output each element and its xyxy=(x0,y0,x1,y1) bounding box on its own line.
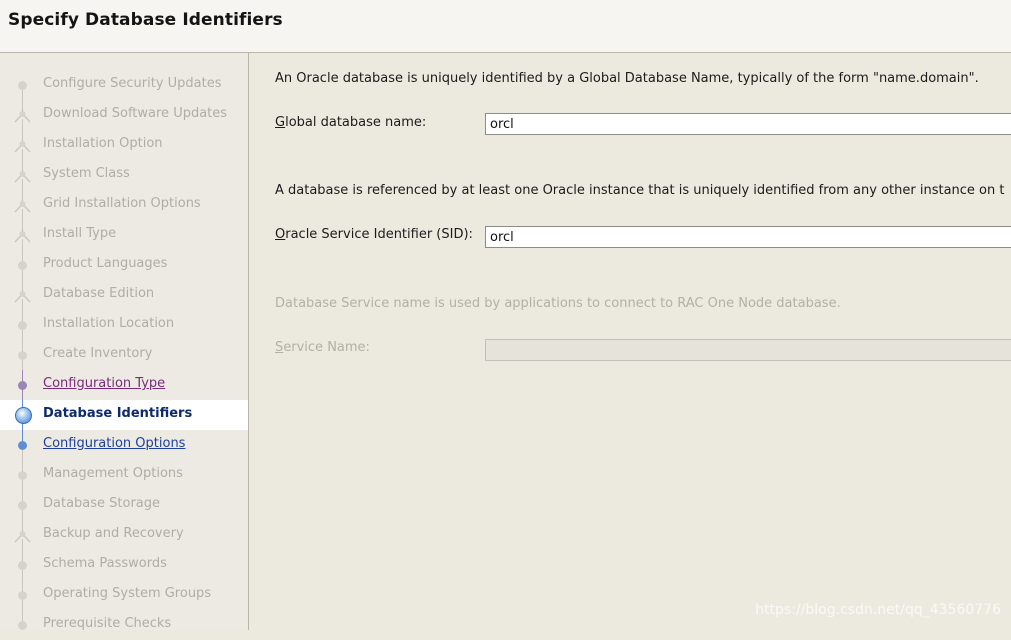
sid-mnemonic: O xyxy=(275,227,286,242)
sidebar-step-label: Prerequisite Checks xyxy=(43,616,172,631)
sidebar-step-schema-passwords: Schema Passwords xyxy=(0,550,248,580)
sidebar-step-management-options: Management Options xyxy=(0,460,248,490)
branch-icon xyxy=(14,289,31,303)
sidebar-step-database-storage: Database Storage xyxy=(0,490,248,520)
page-title: Specify Database Identifiers xyxy=(8,10,283,30)
sidebar-step-system-class: System Class xyxy=(0,160,248,190)
sidebar-step-product-languages: Product Languages xyxy=(0,250,248,280)
sidebar-step-label[interactable]: Configuration Type xyxy=(43,376,165,391)
sidebar-step-label: Database Storage xyxy=(43,496,161,511)
step-node-icon xyxy=(18,81,27,90)
step-node-icon xyxy=(18,621,27,630)
intro-text: An Oracle database is uniquely identifie… xyxy=(275,71,979,86)
sidebar-step-installation-location: Installation Location xyxy=(0,310,248,340)
step-node-icon xyxy=(18,321,27,330)
step-connector xyxy=(22,269,23,280)
step-connector xyxy=(22,250,23,261)
sidebar-step-operating-system-groups: Operating System Groups xyxy=(0,580,248,610)
service-name-input[interactable] xyxy=(485,339,1011,361)
sidebar-step-label: Installation Option xyxy=(43,136,163,151)
branch-icon xyxy=(14,169,31,183)
step-connector xyxy=(22,430,23,441)
sidebar-step-label: System Class xyxy=(43,166,130,181)
sidebar-step-prerequisite-checks: Prerequisite Checks xyxy=(0,610,248,640)
service-name-text: Database Service name is used by applica… xyxy=(275,296,841,311)
service-name-label-text: ervice Name: xyxy=(283,340,370,355)
step-connector xyxy=(22,509,23,520)
step-node-icon xyxy=(18,501,27,510)
step-node-icon xyxy=(18,441,27,450)
sidebar-step-label: Product Languages xyxy=(43,256,168,271)
step-node-icon xyxy=(18,261,27,270)
sidebar-step-label: Create Inventory xyxy=(43,346,153,361)
sidebar-step-grid-installation-options: Grid Installation Options xyxy=(0,190,248,220)
step-node-icon xyxy=(18,471,27,480)
sidebar-step-label: Database Identifiers xyxy=(43,406,193,421)
wizard-steps-sidebar: Configure Security Updates Download Softw… xyxy=(0,53,249,631)
step-connector xyxy=(22,599,23,610)
global-db-name-label: Global database name: xyxy=(275,115,426,130)
step-connector xyxy=(22,490,23,501)
sid-label: Oracle Service Identifier (SID): xyxy=(275,227,473,242)
sidebar-step-backup-and-recovery: Backup and Recovery xyxy=(0,520,248,550)
sidebar-step-label: Operating System Groups xyxy=(43,586,212,601)
watermark: https://blog.csdn.net/qq_43560776 xyxy=(755,602,1001,618)
sidebar-step-install-type: Install Type xyxy=(0,220,248,250)
global-db-name-label-text: lobal database name: xyxy=(285,115,427,130)
step-connector xyxy=(22,550,23,561)
sidebar-step-configuration-options[interactable]: Configuration Options xyxy=(0,430,248,460)
sidebar-step-label: Backup and Recovery xyxy=(43,526,184,541)
step-connector xyxy=(22,460,23,471)
instance-text: A database is referenced by at least one… xyxy=(275,183,1005,198)
sidebar-step-label: Download Software Updates xyxy=(43,106,228,121)
step-node-icon xyxy=(18,351,27,360)
main-panel: An Oracle database is uniquely identifie… xyxy=(249,53,1011,630)
step-connector xyxy=(22,310,23,321)
step-node-icon xyxy=(18,591,27,600)
step-node-icon xyxy=(18,381,27,390)
sidebar-step-create-inventory: Create Inventory xyxy=(0,340,248,370)
step-connector xyxy=(22,569,23,580)
global-db-name-mnemonic: G xyxy=(275,115,286,130)
branch-icon xyxy=(14,229,31,243)
step-connector xyxy=(22,610,23,621)
step-connector xyxy=(22,389,23,400)
sidebar-step-label: Grid Installation Options xyxy=(43,196,201,211)
service-name-label: Service Name: xyxy=(275,340,370,355)
page-header: Specify Database Identifiers xyxy=(0,0,1011,53)
step-connector xyxy=(22,359,23,370)
step-connector xyxy=(22,479,23,490)
step-connector xyxy=(22,370,23,381)
sidebar-step-database-identifiers: Database Identifiers xyxy=(0,400,248,430)
sidebar-step-label: Schema Passwords xyxy=(43,556,167,571)
sidebar-step-label[interactable]: Configuration Options xyxy=(43,436,185,451)
sidebar-step-configuration-type[interactable]: Configuration Type xyxy=(0,370,248,400)
current-step-icon xyxy=(15,407,32,424)
sidebar-step-installation-option: Installation Option xyxy=(0,130,248,160)
sidebar-step-label: Database Edition xyxy=(43,286,155,301)
step-connector xyxy=(22,449,23,460)
branch-icon xyxy=(14,139,31,153)
sidebar-step-download-software-updates: Download Software Updates xyxy=(0,100,248,130)
step-connector xyxy=(22,89,23,100)
sid-input[interactable] xyxy=(485,226,1011,248)
branch-icon xyxy=(14,109,31,123)
sidebar-step-label: Install Type xyxy=(43,226,117,241)
global-db-name-input[interactable] xyxy=(485,113,1011,135)
branch-icon xyxy=(14,529,31,543)
sid-label-text: racle Service Identifier (SID): xyxy=(285,227,473,242)
step-node-icon xyxy=(18,561,27,570)
sidebar-step-label: Installation Location xyxy=(43,316,175,331)
step-connector xyxy=(22,329,23,340)
sidebar-step-label: Configure Security Updates xyxy=(43,76,222,91)
step-connector xyxy=(22,580,23,591)
sidebar-step-database-edition: Database Edition xyxy=(0,280,248,310)
sidebar-step-configure-security-updates: Configure Security Updates xyxy=(0,70,248,100)
branch-icon xyxy=(14,199,31,213)
sidebar-step-label: Management Options xyxy=(43,466,183,481)
step-connector xyxy=(22,340,23,351)
